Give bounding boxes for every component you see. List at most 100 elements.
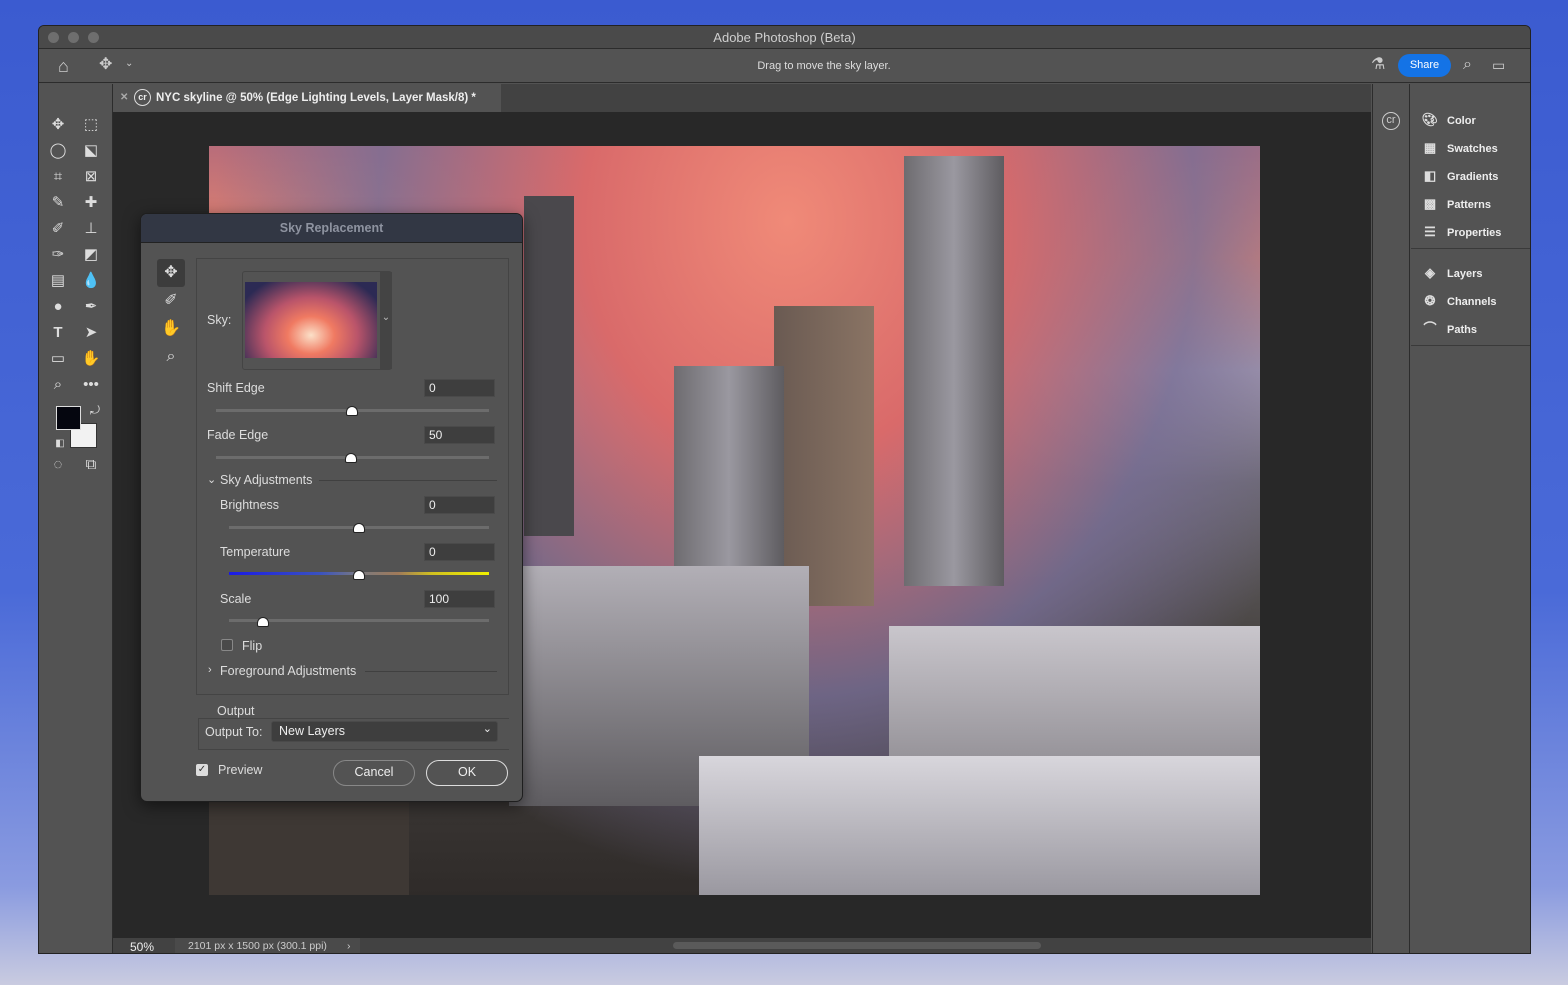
output-section-label: Output [213,704,259,718]
pattern-icon: ▩ [1423,196,1437,211]
move-tool-icon[interactable]: ✥ [157,259,185,287]
close-tab-icon[interactable]: ✕ [120,84,128,112]
brightness-input[interactable]: 0 [424,496,495,514]
default-colors-icon[interactable]: ◧ [48,433,72,455]
sliders-icon: ☰ [1424,224,1436,239]
horizontal-scrollbar[interactable] [673,942,1041,949]
brightness-handle[interactable] [353,523,365,533]
close-window-button[interactable] [48,32,59,43]
document-tab[interactable]: ✕ cr NYC skyline @ 50% (Edge Lighting Lev… [113,84,501,112]
divider [1411,345,1530,346]
foreground-color-swatch[interactable] [56,406,81,430]
flip-checkbox[interactable] [221,639,233,651]
lasso-tool-icon[interactable]: ◯ [46,140,70,162]
preview-label: Preview [218,763,263,777]
quick-mask-icon[interactable]: ◌ [46,454,70,476]
ok-button[interactable]: OK [426,760,508,786]
fade-edge-input[interactable]: 50 [424,426,495,444]
panel-properties[interactable]: ☰ Properties [1421,222,1501,242]
window-title: Adobe Photoshop (Beta) [713,30,856,45]
stamp-tool-icon[interactable]: ⊥ [79,218,103,240]
zoom-window-button[interactable] [88,32,99,43]
panel-channels[interactable]: ❂ Channels [1421,291,1497,311]
sky-label: Sky: [207,313,232,327]
eraser-icon[interactable]: ◩ [79,244,103,266]
chevron-right-icon[interactable]: › [208,664,212,676]
dodge-tool-icon[interactable]: ● [46,296,70,318]
settings-group: Sky: ⌄ Shift Edge 0 Fade Edge 50 ⌄ Sky A… [196,258,509,695]
brush-tool-icon[interactable]: ✐ [46,218,70,240]
temperature-handle[interactable] [353,570,365,580]
fade-edge-handle[interactable] [345,453,357,463]
minimize-window-button[interactable] [68,32,79,43]
panel-patterns[interactable]: ▩ Patterns [1421,194,1491,214]
eyedropper-icon[interactable]: ✎ [46,192,70,214]
panel-color[interactable]: 🎨︎ Color [1421,110,1476,130]
building [524,196,574,536]
temperature-input[interactable]: 0 [424,543,495,561]
shift-edge-input[interactable]: 0 [424,379,495,397]
cc-libraries-icon[interactable]: cr [1382,112,1400,130]
pen-tool-icon[interactable]: ✒ [79,296,103,318]
zoom-tool-icon[interactable]: ⌕ [46,374,70,396]
move-tool-icon[interactable]: ✥ [46,114,70,136]
toolbar: ✥ ⬚ ◯ ⬕ ⌗ ⊠ ✎ ✚ ✐ ⊥ ✑ ◩ ▤ 💧 ● ✒ T ➤ ▭ ✋ … [39,84,113,953]
workspace-icon[interactable]: ▭ [1492,58,1505,72]
flask-icon[interactable]: ⚗ [1371,57,1385,73]
building [209,796,409,895]
output-to-select[interactable]: New Layers ⌄ [271,721,498,742]
share-button[interactable]: Share [1398,54,1451,77]
panels-dock: 🎨︎ Color ▦ Swatches ◧ Gradients ▩ Patterns ☰… [1411,84,1530,953]
scale-input[interactable]: 100 [424,590,495,608]
panel-gradients[interactable]: ◧ Gradients [1421,166,1499,186]
crop-tool-icon[interactable]: ⌗ [46,166,70,188]
output-to-value: New Layers [279,724,345,738]
chevron-right-icon[interactable]: › [347,938,351,953]
screen-mode-icon[interactable]: ⧉ [79,454,103,476]
history-brush-icon[interactable]: ✑ [46,244,70,266]
blur-tool-icon[interactable]: 💧 [79,270,103,292]
path-selection-icon[interactable]: ➤ [79,322,103,344]
document-tabs: ✕ cr NYC skyline @ 50% (Edge Lighting Lev… [113,84,1371,112]
type-tool-icon[interactable]: T [46,322,70,344]
preview-checkbox[interactable]: ✓ [196,764,208,776]
panel-label: Properties [1447,227,1502,239]
scale-label: Scale [220,592,252,606]
sky-picker[interactable]: ⌄ [242,271,392,370]
shift-edge-handle[interactable] [346,406,358,416]
panel-swatches[interactable]: ▦ Swatches [1421,138,1498,158]
sky-adjustments-header[interactable]: Sky Adjustments [220,473,312,487]
chevron-down-icon[interactable]: ⌄ [207,473,216,486]
hand-tool-icon[interactable]: ✋ [79,348,103,370]
brightness-label: Brightness [220,498,280,512]
frame-tool-icon[interactable]: ⊠ [79,166,103,188]
search-icon[interactable]: ⌕ [1463,57,1472,73]
status-bar: 50% 2101 px x 1500 px (300.1 ppi) › [113,938,1371,953]
zoom-tool-icon[interactable]: ⌕ [157,343,185,371]
sky-replacement-dialog: Sky Replacement ✥ ✐ ✋ ⌕ Sky: ⌄ Shift Edg… [140,213,523,802]
healing-brush-icon[interactable]: ✚ [79,192,103,214]
building [699,756,1260,895]
swap-colors-icon[interactable]: ⤾ [83,399,107,421]
foreground-adjustments-header[interactable]: Foreground Adjustments [220,664,356,678]
gradient-tool-icon[interactable]: ▤ [46,270,70,292]
panel-paths[interactable]: ⌒ Paths [1421,319,1476,339]
marquee-tool-icon[interactable]: ⬚ [79,114,103,136]
scale-handle[interactable] [257,617,269,627]
cancel-button[interactable]: Cancel [333,760,415,786]
doc-info[interactable]: 2101 px x 1500 px (300.1 ppi) › [175,938,360,953]
sky-brush-icon[interactable]: ✐ [157,287,185,315]
tool-hint: Drag to move the sky layer. [757,60,891,72]
chevron-down-icon[interactable]: ⌄ [380,272,392,369]
sky-thumbnail [245,282,377,358]
output-to-label: Output To: [205,725,263,739]
rectangle-tool-icon[interactable]: ▭ [46,348,70,370]
panel-layers[interactable]: ◈ Layers [1421,263,1482,283]
more-tools-icon[interactable]: ••• [79,374,103,396]
zoom-level[interactable]: 50% [130,940,154,953]
hand-tool-icon[interactable]: ✋ [157,315,185,343]
cr-badge: cr [134,89,151,107]
panel-label: Patterns [1447,199,1492,211]
object-selection-icon[interactable]: ⬕ [79,140,103,162]
temperature-label: Temperature [220,545,291,559]
